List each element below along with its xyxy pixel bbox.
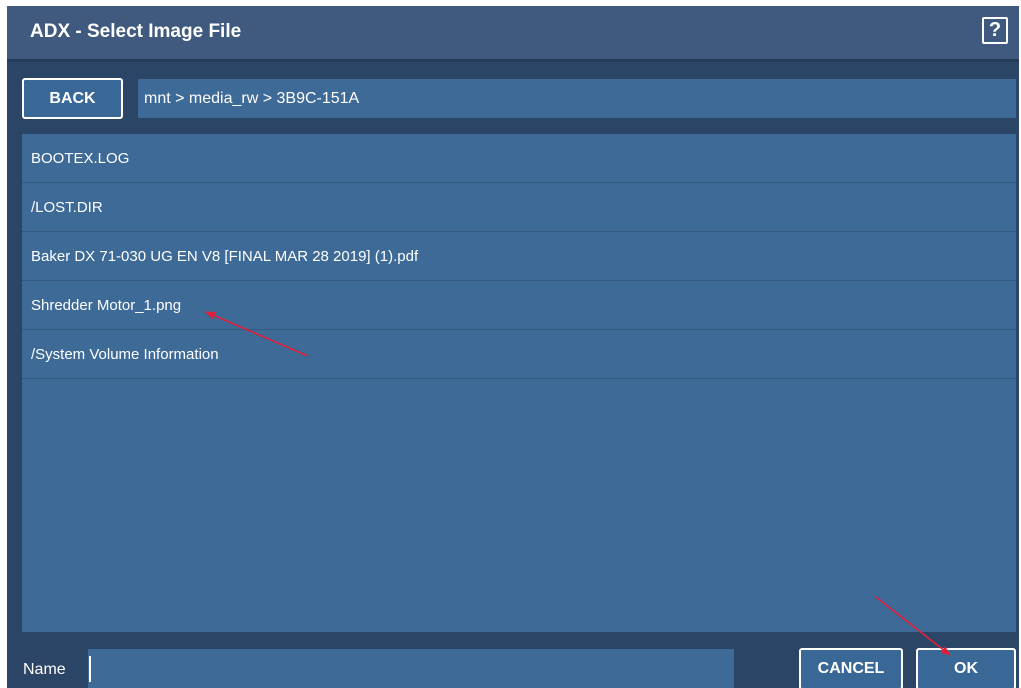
file-list[interactable]: BOOTEX.LOG /LOST.DIR Baker DX 71-030 UG … <box>22 134 1016 632</box>
cancel-button[interactable]: CANCEL <box>799 648 903 688</box>
dialog-title: ADX - Select Image File <box>30 21 242 42</box>
file-name: /System Volume Information <box>31 345 219 363</box>
file-list-item[interactable]: Shredder Motor_1.png <box>22 281 1016 330</box>
file-name: Shredder Motor_1.png <box>31 296 182 314</box>
file-name: /LOST.DIR <box>31 198 103 216</box>
path-breadcrumb: mnt > media_rw > 3B9C-151A <box>138 79 1016 118</box>
help-icon: ? <box>988 19 1002 41</box>
help-button[interactable]: ? <box>982 17 1008 44</box>
file-list-item[interactable]: /System Volume Information <box>22 330 1016 379</box>
file-list-item[interactable]: /LOST.DIR <box>22 183 1016 232</box>
file-name: BOOTEX.LOG <box>31 149 130 167</box>
text-cursor <box>89 656 91 682</box>
path-text: mnt > media_rw > 3B9C-151A <box>144 89 360 107</box>
file-list-item[interactable]: Baker DX 71-030 UG EN V8 [FINAL MAR 28 2… <box>22 232 1016 281</box>
select-image-dialog: ADX - Select Image File ? BACK mnt > med… <box>7 6 1019 688</box>
title-bar: ADX - Select Image File ? <box>7 6 1019 62</box>
ok-button[interactable]: OK <box>916 648 1016 688</box>
file-name: Baker DX 71-030 UG EN V8 [FINAL MAR 28 2… <box>31 247 419 265</box>
name-label: Name <box>23 661 66 678</box>
file-list-item[interactable]: BOOTEX.LOG <box>22 134 1016 183</box>
back-button[interactable]: BACK <box>22 78 123 119</box>
file-name-input[interactable] <box>88 649 734 688</box>
